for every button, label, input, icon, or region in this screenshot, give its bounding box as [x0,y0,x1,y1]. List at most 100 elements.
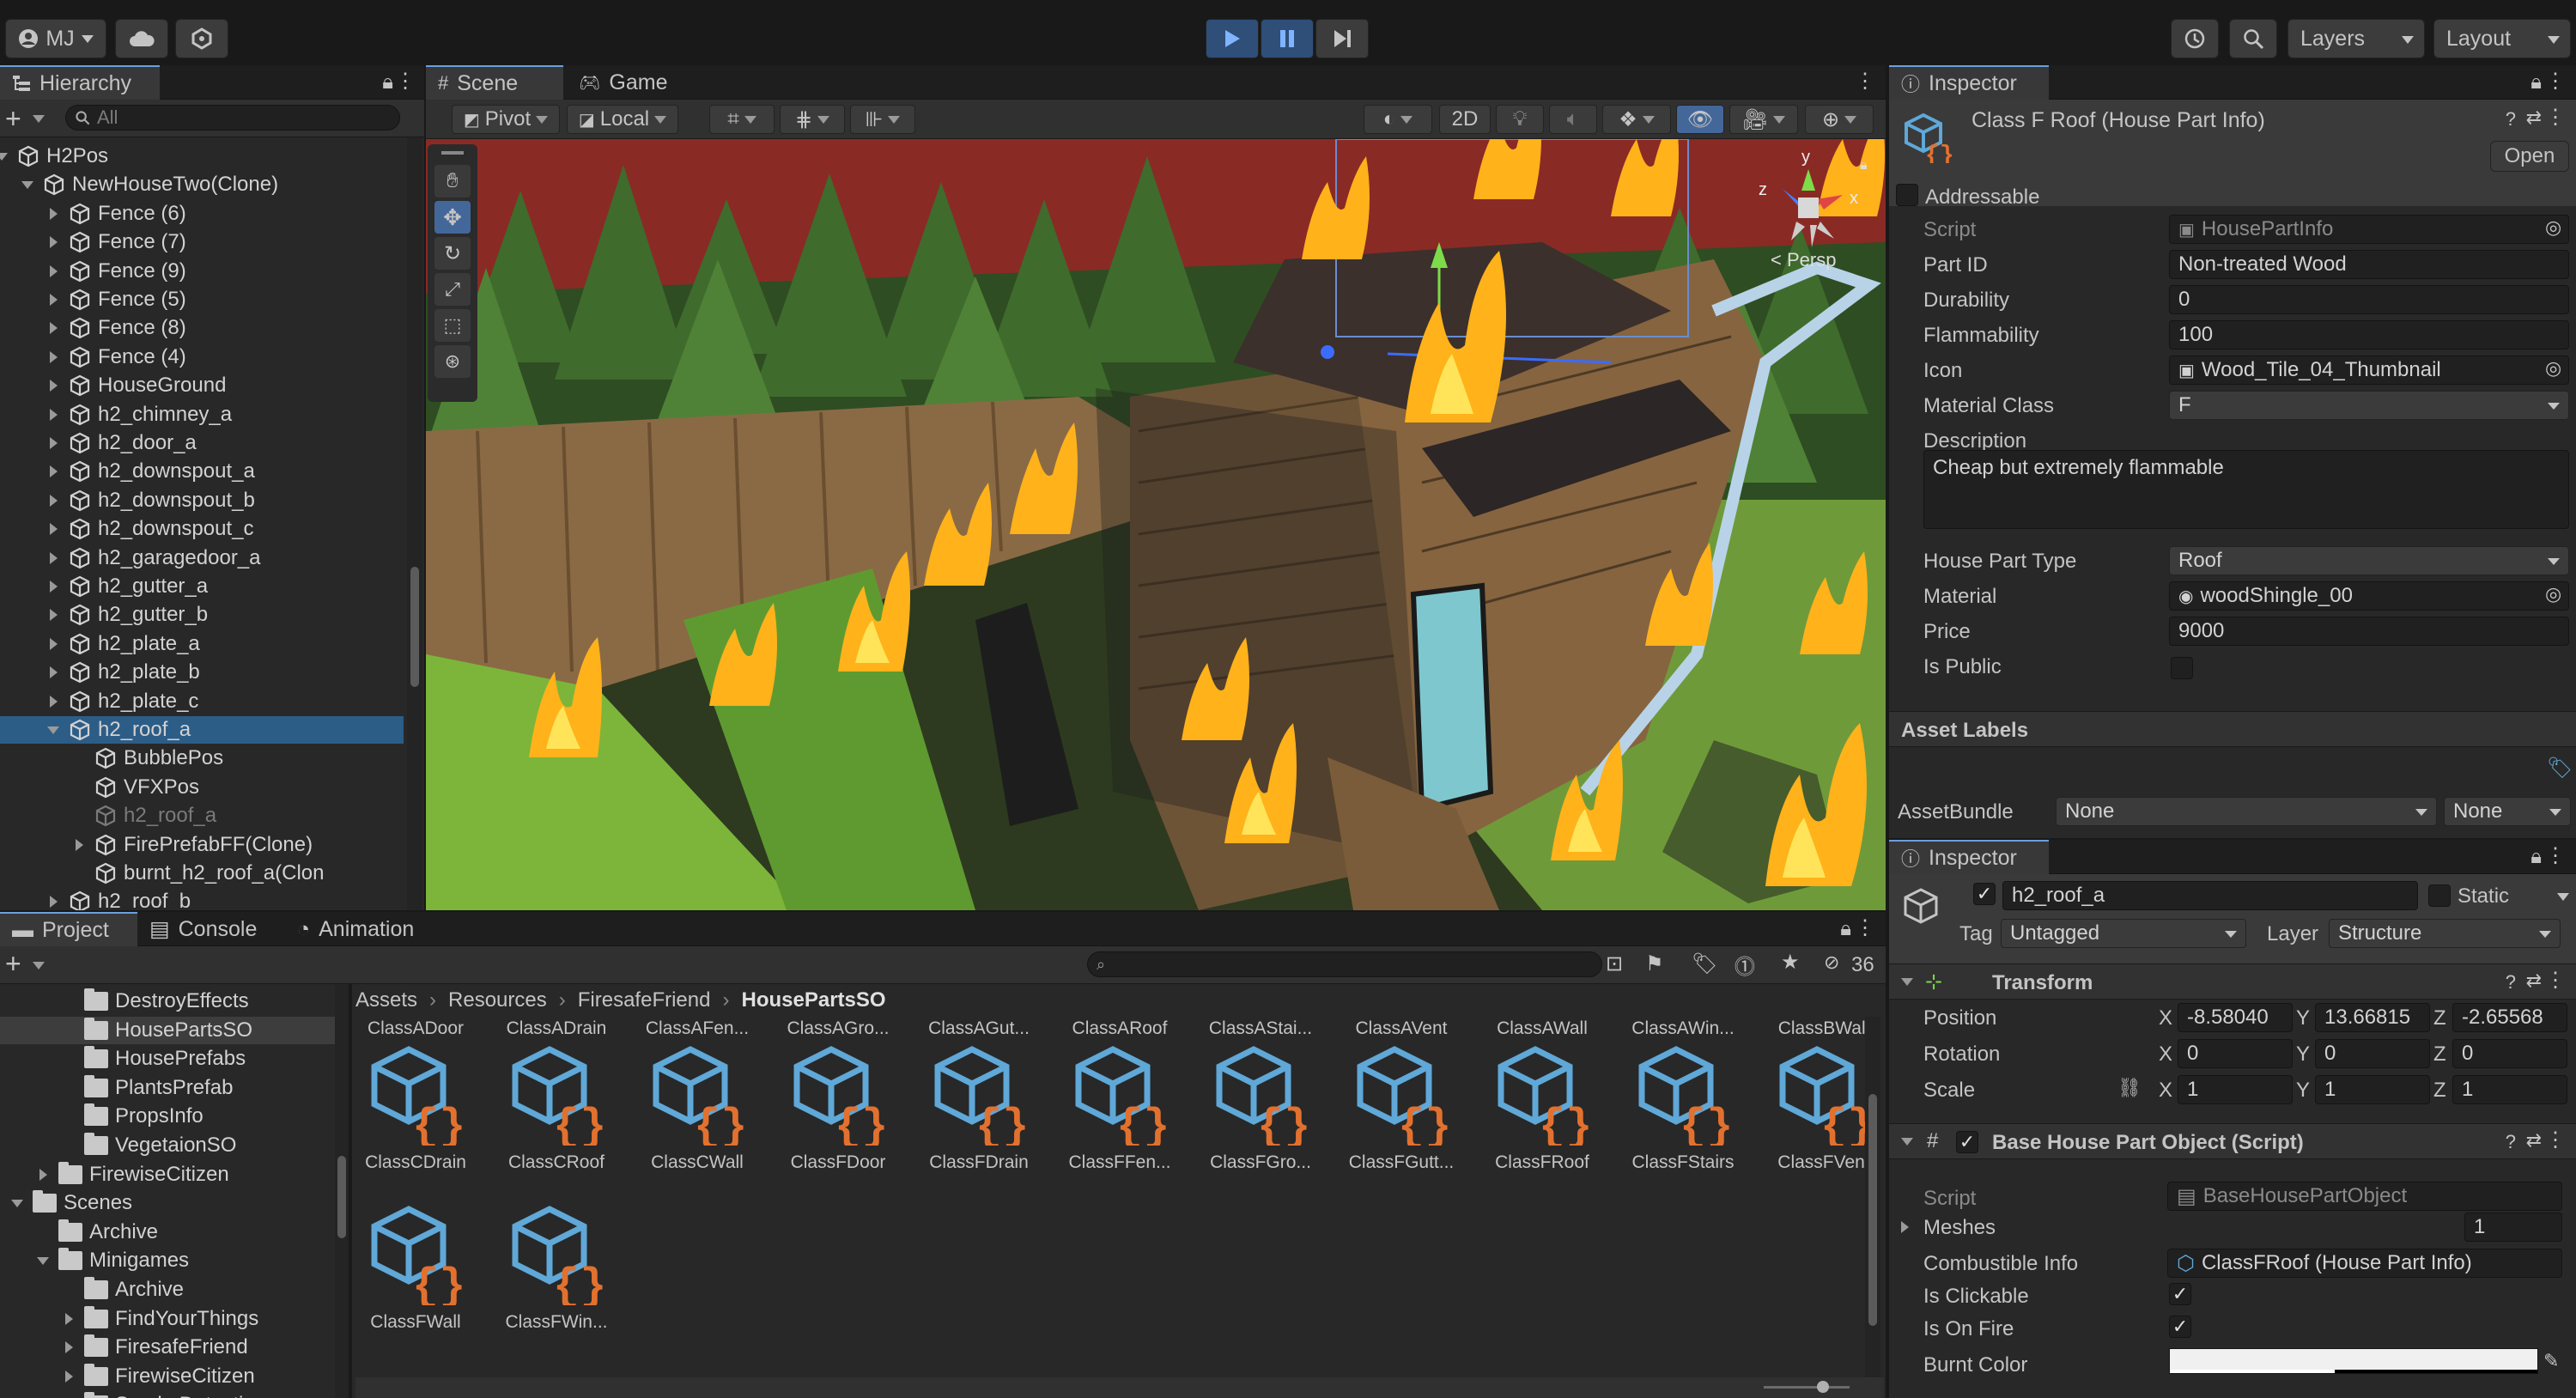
step-button[interactable] [1315,19,1369,58]
chevron-down-icon[interactable] [47,726,59,734]
project-folder-item[interactable]: Archive [0,1276,335,1304]
is-public-checkbox[interactable] [2171,657,2193,679]
warning-icon[interactable]: ⓵ [1735,950,1755,980]
chevron-down-icon[interactable] [11,1199,23,1207]
scale-z-input[interactable]: 1 [2452,1075,2567,1104]
project-folder-item[interactable]: HousePrefabs [0,1045,335,1073]
hierarchy-item[interactable]: h2_roof_a [0,802,404,830]
grid-snap-toggle[interactable]: ⌗ [709,105,775,134]
chevron-right-icon[interactable] [64,1312,73,1325]
project-folder-item[interactable]: SmokeDetection [0,1391,335,1398]
hierarchy-item[interactable]: h2_plate_c [0,688,404,715]
more-options-icon[interactable]: ⋮ [2545,968,2566,993]
assetbundle-variant-dropdown[interactable]: None [2444,797,2571,826]
hierarchy-item[interactable]: Fence (8) [0,314,404,342]
hierarchy-item[interactable]: HouseGround [0,372,404,399]
pivot-dropdown[interactable]: ◩ Pivot [452,105,560,134]
preset-icon[interactable]: ⇄ [2526,1129,2542,1152]
chevron-right-icon[interactable] [49,609,58,622]
object-field[interactable]: ◉ woodShingle_00 [2169,581,2569,611]
project-folder-item[interactable]: FindYourThings [0,1305,335,1333]
zoom-slider-track[interactable] [1764,1386,1850,1389]
assetbundle-dropdown[interactable]: None [2056,797,2437,826]
project-folder-item[interactable]: Scenes [0,1189,335,1217]
play-button[interactable] [1206,19,1259,58]
description-textarea[interactable]: Cheap but extremely flammable [1923,450,2569,529]
asset-item-label[interactable]: ClassAGro... [778,1018,898,1039]
project-folder-item[interactable]: VegetaionSO [0,1132,335,1159]
scrollbar-thumb[interactable] [410,567,419,687]
addressable-checkbox[interactable] [1896,184,1918,206]
chevron-right-icon[interactable] [49,437,58,449]
constrain-proportions-icon[interactable]: ⛓︎ [2117,1077,2142,1099]
asset-item-label[interactable]: ClassAGut... [919,1018,1039,1039]
asset-item-label[interactable]: ClassADrain [496,1018,617,1039]
asset-item-label[interactable]: ClassARoof [1060,1018,1180,1039]
object-picker-icon[interactable]: ◎ [2545,357,2561,380]
project-folder-item[interactable]: PropsInfo [0,1103,335,1130]
clickable-checkbox[interactable]: ✓ [2169,1283,2191,1305]
tab-animation[interactable]: ◔ Animation [285,912,448,946]
lock-icon[interactable]: 🔒︎ [2530,70,2542,94]
scale-x-input[interactable]: 1 [2178,1075,2293,1104]
scale-y-input[interactable]: 1 [2315,1075,2430,1104]
hierarchy-item[interactable]: burnt_h2_roof_a(Clon [0,860,404,887]
gizmos-dropdown[interactable]: ⊕ [1805,105,1874,134]
burnt-color-swatch[interactable] [2169,1348,2538,1374]
chevron-down-icon[interactable] [2557,893,2569,901]
hierarchy-search-input[interactable]: All [65,105,400,131]
local-dropdown[interactable]: ◪ Local [567,105,678,134]
chevron-right-icon[interactable] [75,838,83,851]
lock-icon[interactable]: 🔒︎ [1840,917,1851,941]
hierarchy-item[interactable]: Fence (9) [0,258,404,285]
tab-console[interactable]: ▤ Console [137,912,283,946]
hierarchy-item[interactable]: h2_downspout_b [0,487,404,514]
transform-tool[interactable]: ⊛ [434,345,471,378]
hand-tool[interactable]: ✋︎ [434,165,471,198]
chevron-right-icon[interactable] [64,1341,73,1354]
project-folder-item[interactable]: FirewiseCitizen [0,1161,335,1188]
gameobject-name-input[interactable]: h2_roof_a [2002,881,2418,910]
chevron-right-icon[interactable] [49,580,58,593]
project-folder-item[interactable]: Minigames [0,1247,335,1274]
hierarchy-item[interactable]: h2_plate_a [0,630,404,658]
tag-icon[interactable]: 🏷︎ [1692,951,1717,976]
chevron-down-icon[interactable] [37,1256,49,1265]
hierarchy-item[interactable]: FirePrefabFF(Clone) [0,831,404,859]
hidden-packages-icon[interactable]: ⊘ [1824,951,1839,974]
help-icon[interactable]: ? [2506,1131,2516,1153]
project-search-input[interactable]: ⌕ [1087,951,1602,977]
chevron-right-icon[interactable] [49,523,58,536]
property-dropdown[interactable]: F [2169,391,2569,420]
history-button[interactable] [2171,19,2219,58]
add-icon[interactable]: + [5,948,21,980]
project-folder-item[interactable]: HousePartsSO [0,1016,335,1044]
splitter[interactable] [349,984,352,1398]
property-input[interactable]: 9000 [2169,617,2569,646]
preset-icon[interactable]: ⇄ [2526,969,2542,992]
combustible-field[interactable]: ⬡ ClassFRoof (House Part Info) [2167,1249,2562,1278]
asset-grid-scrollbar[interactable] [1865,1017,1880,1377]
add-icon[interactable]: + [5,103,21,135]
breadcrumb-item[interactable]: HousePartsSO [741,988,885,1012]
chevron-down-icon[interactable] [1901,978,1913,986]
hierarchy-item[interactable]: h2_downspout_c [0,515,404,543]
object-picker-icon[interactable]: ◎ [2545,216,2561,239]
chevron-right-icon[interactable] [49,380,58,392]
move-tool[interactable]: ✥ [434,201,471,234]
search-button[interactable] [2229,19,2277,58]
chevron-right-icon[interactable] [49,294,58,306]
projection-label[interactable]: < Persp [1771,249,1836,271]
account-dropdown[interactable]: MJ [5,19,106,58]
chevron-down-icon[interactable] [33,115,45,123]
component-enabled-checkbox[interactable]: ✓ [1956,1131,1978,1153]
static-checkbox[interactable] [2428,884,2451,907]
chevron-right-icon[interactable] [49,494,58,507]
more-options-icon[interactable]: ⋮ [395,69,416,94]
lighting-toggle[interactable]: 💡︎ [1496,105,1544,134]
property-input[interactable]: Non-treated Wood [2169,250,2569,279]
tag-dropdown[interactable]: Untagged [2001,919,2246,948]
breadcrumb-item[interactable]: Resources [448,988,547,1012]
layer-dropdown[interactable]: Structure [2329,919,2561,948]
chevron-right-icon[interactable] [49,551,58,564]
